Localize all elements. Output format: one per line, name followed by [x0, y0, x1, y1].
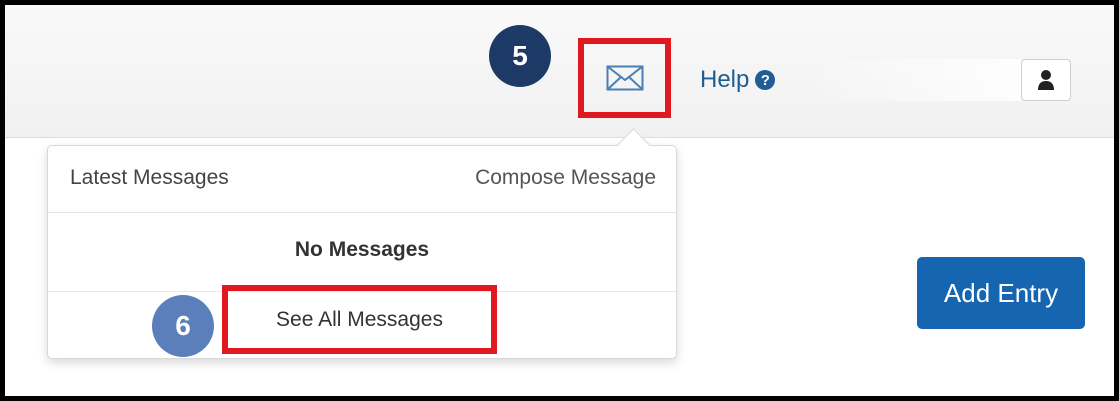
messages-button[interactable]	[578, 38, 671, 118]
screenshot-frame: Help ? 5 Latest Messages Compose Message…	[0, 0, 1119, 401]
user-name-area	[805, 59, 1021, 101]
question-circle-icon: ?	[755, 70, 776, 90]
callout-badge-5: 5	[489, 25, 551, 87]
help-label: Help	[700, 66, 750, 93]
dropdown-header: Latest Messages Compose Message	[48, 146, 676, 213]
add-entry-label: Add Entry	[943, 277, 1059, 308]
user-icon	[1038, 70, 1054, 90]
see-all-messages-label: See All Messages	[276, 307, 443, 331]
messages-dropdown: Latest Messages Compose Message No Messa…	[47, 145, 677, 359]
add-entry-button[interactable]: Add Entry	[917, 257, 1085, 329]
envelope-icon	[606, 65, 643, 91]
see-all-messages-link[interactable]: See All Messages	[222, 285, 497, 354]
top-navbar: Help ?	[5, 5, 1114, 138]
no-messages-text: No Messages	[294, 238, 430, 261]
help-link[interactable]: Help ?	[700, 63, 776, 97]
compose-message-link[interactable]: Compose Message	[475, 166, 656, 190]
callout-badge-6: 6	[152, 295, 214, 357]
user-menu-button[interactable]	[1021, 59, 1071, 101]
latest-messages-label: Latest Messages	[70, 166, 229, 189]
